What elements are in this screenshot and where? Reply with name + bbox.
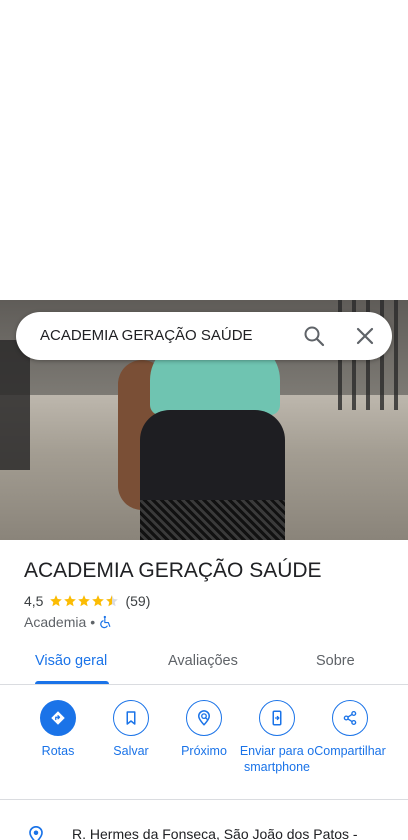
place-title: ACADEMIA GERAÇÃO SAÚDE <box>24 559 322 582</box>
category-row: Academia • <box>24 613 113 631</box>
save-label: Salvar <box>113 744 149 758</box>
wheelchair-icon <box>100 615 111 629</box>
star-icon <box>64 595 77 607</box>
search-query[interactable]: ACADEMIA GERAÇÃO SAÚDE <box>40 327 253 344</box>
action-buttons: Rotas Salvar Próximo Enviar para o smart… <box>0 686 408 800</box>
tab-reviews[interactable]: Avaliações <box>168 653 238 669</box>
star-icon <box>78 595 91 607</box>
nearby-label: Próximo <box>181 744 227 758</box>
send-to-phone-button[interactable]: Enviar para o smartphone <box>237 700 317 775</box>
bookmark-icon <box>113 700 149 736</box>
share-icon <box>332 700 368 736</box>
tab-about[interactable]: Sobre <box>316 653 355 669</box>
rating-row[interactable]: 4,5 (59) <box>24 592 150 610</box>
address-row[interactable]: R. Hermes da Fonseca, São João dos Patos… <box>0 818 408 840</box>
rating-stars <box>49 594 119 608</box>
send-to-phone-icon <box>259 700 295 736</box>
tab-overview[interactable]: Visão geral <box>35 653 107 669</box>
photo-rack-left <box>0 340 30 470</box>
directions-label: Rotas <box>41 744 75 758</box>
nearby-icon <box>186 700 222 736</box>
rating-value: 4,5 <box>24 593 44 609</box>
tab-indicator <box>35 681 109 684</box>
send-to-phone-label: Enviar para o smartphone <box>239 744 315 774</box>
directions-icon <box>40 700 76 736</box>
address-text: R. Hermes da Fonseca, São João dos Patos… <box>72 826 358 840</box>
map-area-blank <box>0 0 408 300</box>
photo-mesh <box>140 500 285 540</box>
share-label: Compartilhar <box>314 744 386 758</box>
star-icon <box>92 595 105 607</box>
search-icon[interactable] <box>302 324 326 348</box>
star-icon <box>50 595 63 607</box>
separator-dot: • <box>90 614 96 630</box>
nearby-button[interactable]: Próximo <box>164 700 244 759</box>
location-pin-icon <box>29 826 43 840</box>
place-category: Academia <box>24 614 87 630</box>
save-button[interactable]: Salvar <box>91 700 171 759</box>
directions-button[interactable]: Rotas <box>18 700 98 759</box>
share-button[interactable]: Compartilhar <box>310 700 390 759</box>
close-icon[interactable] <box>353 324 377 348</box>
place-tabs: Visão geral Avaliações Sobre <box>0 640 408 685</box>
reviews-count[interactable]: (59) <box>125 593 150 609</box>
search-bar[interactable]: ACADEMIA GERAÇÃO SAÚDE <box>16 312 392 360</box>
half-star-icon <box>106 595 119 607</box>
